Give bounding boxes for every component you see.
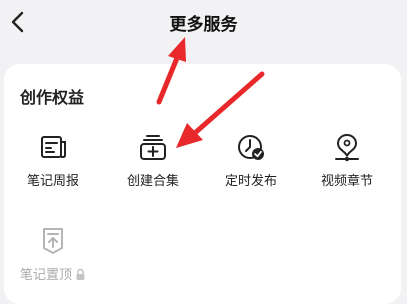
create-collection-icon bbox=[140, 135, 166, 160]
note-weekly-report-icon bbox=[41, 136, 66, 158]
service-video-chapters[interactable]: 视频章节 bbox=[302, 132, 392, 189]
section-title: 创作权益 bbox=[20, 88, 85, 107]
service-scheduled-publish[interactable]: 定时发布 bbox=[206, 132, 296, 189]
service-create-collection[interactable]: 创建合集 bbox=[108, 132, 198, 189]
service-label: 定时发布 bbox=[224, 174, 277, 189]
service-note-weekly-report[interactable]: 笔记周报 bbox=[8, 132, 98, 189]
service-label: 笔记置顶 bbox=[19, 268, 72, 283]
creator-benefits-card: 创作权益 笔记周报 创建合集 定时发布 视频章节 笔记置顶 bbox=[4, 64, 401, 304]
service-label: 视频章节 bbox=[320, 174, 373, 189]
lock-icon bbox=[76, 268, 85, 280]
top-nav-bar: 更多服务 bbox=[0, 0, 407, 48]
service-label: 笔记周报 bbox=[26, 174, 79, 189]
service-pin-note[interactable]: 笔记置顶 bbox=[8, 226, 98, 283]
pin-note-icon bbox=[43, 228, 63, 254]
page-title: 更多服务 bbox=[169, 15, 238, 35]
video-chapters-icon bbox=[335, 134, 359, 162]
service-label-wrap: 笔记置顶 bbox=[8, 264, 98, 283]
scheduled-publish-icon bbox=[238, 135, 264, 160]
service-label: 创建合集 bbox=[126, 174, 179, 189]
